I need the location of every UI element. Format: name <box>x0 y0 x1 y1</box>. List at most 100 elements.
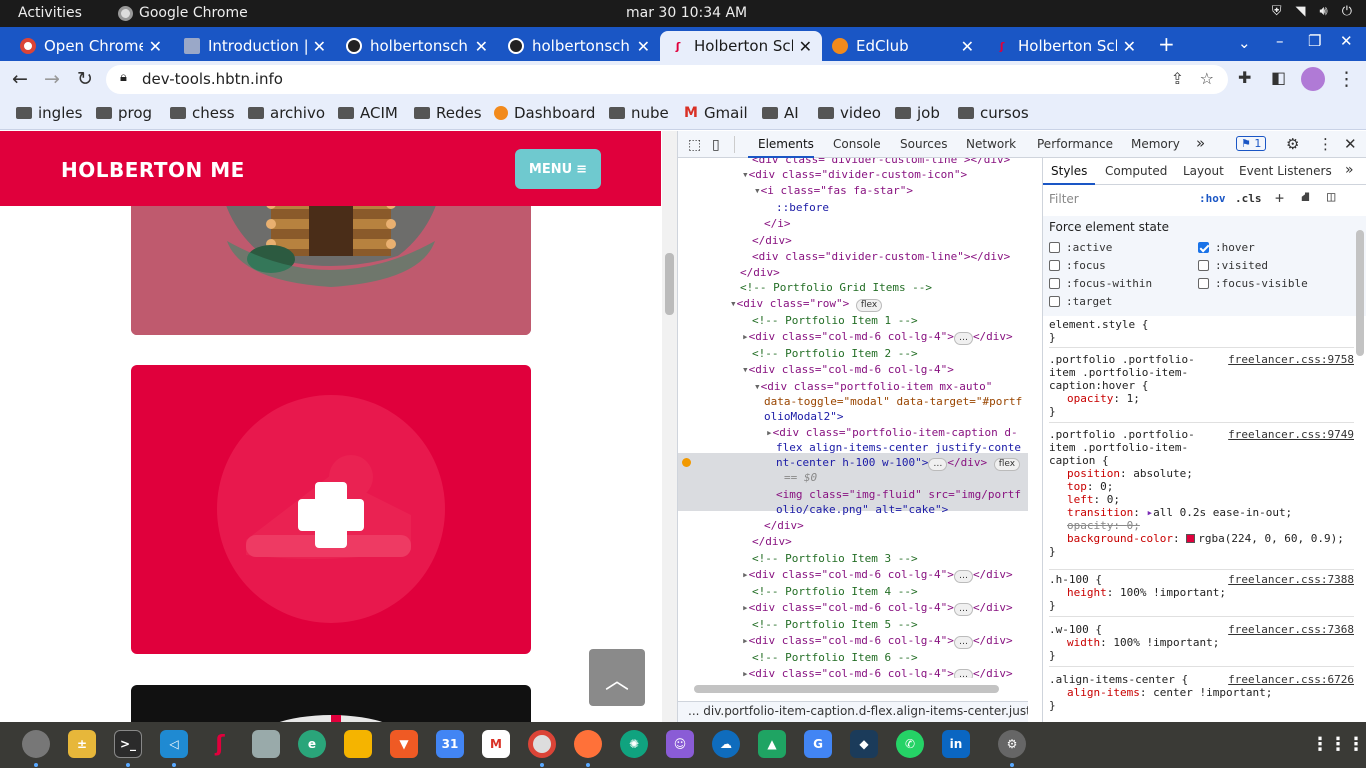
css-property-overridden[interactable]: opacity <box>1067 519 1113 532</box>
page-scrollbar[interactable] <box>662 131 677 722</box>
translate-icon[interactable]: G <box>804 730 832 758</box>
tab-performance[interactable]: Performance <box>1037 137 1113 151</box>
checkbox[interactable] <box>1049 242 1060 253</box>
dom-line[interactable]: </div> <box>764 519 804 532</box>
issues-badge[interactable]: ⚑ 1 <box>1236 136 1267 151</box>
tab-2[interactable]: holbertonsch ✕ <box>336 31 498 61</box>
ellipsis-badge[interactable]: … <box>953 332 973 345</box>
portfolio-item-3[interactable] <box>131 685 531 722</box>
css-rule-caption-hover[interactable]: .portfolio .portfolio-item .portfolio-it… <box>1049 353 1354 423</box>
checkbox[interactable] <box>1049 260 1060 271</box>
dom-line[interactable]: <!-- Portfolio Item 3 --> <box>752 552 918 565</box>
menu-button[interactable]: MENU ≡ <box>515 149 601 189</box>
close-icon[interactable]: ✕ <box>475 37 488 56</box>
bookmark-acim[interactable]: ACIM <box>338 104 398 122</box>
bookmark-video[interactable]: video <box>818 104 881 122</box>
ellipsis-badge[interactable]: … <box>953 669 973 678</box>
portfolio-item-cake[interactable] <box>131 365 531 654</box>
tab-styles[interactable]: Styles <box>1051 164 1087 178</box>
css-property[interactable]: position <box>1067 467 1120 480</box>
breadcrumb[interactable]: ... div.portfolio-item-caption.d-flex.al… <box>678 701 1028 722</box>
gmail-icon[interactable]: M <box>482 730 510 758</box>
holberton-icon[interactable]: ʃ <box>206 730 234 758</box>
dom-line[interactable]: ▸<div class="col-md-6 col-lg-4">… </div> <box>742 667 1013 678</box>
css-property[interactable]: height <box>1067 586 1107 599</box>
dom-line[interactable]: <div class="divider-custom-line"></div> <box>752 250 1010 263</box>
css-property[interactable]: background-color <box>1067 532 1173 545</box>
state-active-checkbox[interactable]: :active <box>1049 241 1112 254</box>
notes-icon[interactable] <box>344 730 372 758</box>
flex-badge[interactable]: flex <box>855 299 883 312</box>
tab-3[interactable]: holbertonsch ✕ <box>498 31 660 61</box>
dom-line[interactable]: ▸<div class="col-md-6 col-lg-4">… </div> <box>742 601 1013 616</box>
toggle-sidebar-icon[interactable]: ◫ <box>1327 189 1335 205</box>
calculator-icon[interactable]: ± <box>68 730 96 758</box>
linkedin-icon[interactable]: in <box>942 730 970 758</box>
dom-line[interactable]: <!-- Portfolio Item 6 --> <box>752 651 918 664</box>
css-property[interactable]: top <box>1067 480 1087 493</box>
clock-app-icon[interactable] <box>22 730 50 758</box>
brave-icon[interactable]: ▼ <box>390 730 418 758</box>
state-target-checkbox[interactable]: :target <box>1049 295 1112 308</box>
add-rule-icon[interactable]: + <box>1275 189 1284 207</box>
close-icon[interactable]: ✕ <box>1123 37 1136 56</box>
share-icon[interactable]: ⇪ <box>1171 69 1184 88</box>
reload-icon[interactable]: ↻ <box>77 68 93 90</box>
devops-icon[interactable]: ◆ <box>850 730 878 758</box>
close-icon[interactable]: ✕ <box>799 37 812 56</box>
bookmark-job[interactable]: job <box>895 104 940 122</box>
state-visited-checkbox[interactable]: :visited <box>1198 259 1268 272</box>
css-property[interactable]: align-items <box>1067 686 1140 699</box>
css-value[interactable]: all 0.2s ease-in-out; <box>1153 506 1292 519</box>
css-property[interactable]: width <box>1067 636 1100 649</box>
css-rule-caption[interactable]: .portfolio .portfolio-item .portfolio-it… <box>1049 428 1354 570</box>
close-icon[interactable]: ✕ <box>149 37 162 56</box>
css-property[interactable]: transition <box>1067 506 1133 519</box>
tab-4-active[interactable]: ʃ Holberton Sch ✕ <box>660 31 822 61</box>
bookmark-nube[interactable]: nube <box>609 104 669 122</box>
color-swatch[interactable] <box>1186 534 1196 543</box>
dom-line[interactable]: ▸<div class="col-md-6 col-lg-4">… </div> <box>742 330 1013 345</box>
tab-6[interactable]: ʃ Holberton Sch ✕ <box>984 31 1146 61</box>
tab-memory[interactable]: Memory <box>1131 137 1180 151</box>
side-panel-icon[interactable]: ◧ <box>1271 68 1286 87</box>
settings-icon[interactable]: ⚙ <box>998 730 1026 758</box>
css-value-overridden[interactable]: 0; <box>1127 519 1140 532</box>
tab-layout[interactable]: Layout <box>1183 164 1224 178</box>
dom-line[interactable]: data-toggle="modal" data-target="#portf <box>764 395 1022 408</box>
ellipsis-badge[interactable]: … <box>953 570 973 583</box>
elements-tree[interactable]: <div class="divider-custom-line"></div> … <box>678 158 1028 678</box>
extensions-icon[interactable]: ✚ <box>1238 68 1251 87</box>
css-value[interactable]: 100% !important; <box>1113 636 1219 649</box>
dom-line[interactable]: olioModal2"> <box>764 410 843 423</box>
minimize-button[interactable]: – <box>1276 32 1284 50</box>
site-brand[interactable]: HOLBERTON ME <box>61 158 245 182</box>
dom-line[interactable]: nt-center h-100 w-100">… </div> flex <box>776 456 1021 471</box>
show-apps-icon[interactable]: ⋮⋮⋮ <box>1311 730 1365 758</box>
cls-toggle[interactable]: .cls <box>1235 192 1262 205</box>
tab-network[interactable]: Network <box>966 137 1016 151</box>
dom-line[interactable]: ▾<div class="row"> flex <box>730 297 883 312</box>
rule-source-link[interactable]: freelancer.css:9749 <box>1228 428 1354 441</box>
more-tabs-icon[interactable]: » <box>1196 134 1205 152</box>
paint-icon[interactable]: ⛘ <box>1301 190 1310 207</box>
state-hover-checkbox[interactable]: :hover <box>1198 241 1255 254</box>
firefox-icon[interactable] <box>574 730 602 758</box>
bookmark-chess[interactable]: chess <box>170 104 235 122</box>
dom-line[interactable]: </div> <box>752 234 792 247</box>
close-window-button[interactable]: ✕ <box>1340 32 1353 50</box>
tab-event-listeners[interactable]: Event Listeners <box>1239 164 1332 178</box>
app-menu[interactable]: Google Chrome <box>118 5 248 21</box>
bookmark-ingles[interactable]: ingles <box>16 104 82 122</box>
bookmark-cursos[interactable]: cursos <box>958 104 1029 122</box>
dom-line[interactable]: <!-- Portfolio Item 5 --> <box>752 618 918 631</box>
css-rule-h-100[interactable]: .h-100 { freelancer.css:7388 height: 100… <box>1049 573 1354 617</box>
css-value[interactable]: center !important; <box>1153 686 1272 699</box>
inspect-icon[interactable]: ⬚ <box>688 137 701 153</box>
css-value[interactable]: 0; <box>1107 493 1120 506</box>
dom-line[interactable]: <div class="divider-custom-line"></div> <box>752 158 1010 166</box>
dom-line[interactable]: <!-- Portfolio Item 4 --> <box>752 585 918 598</box>
css-property[interactable]: opacity <box>1067 392 1113 405</box>
maximize-button[interactable]: ❐ <box>1308 32 1321 50</box>
checkbox[interactable] <box>1198 260 1209 271</box>
